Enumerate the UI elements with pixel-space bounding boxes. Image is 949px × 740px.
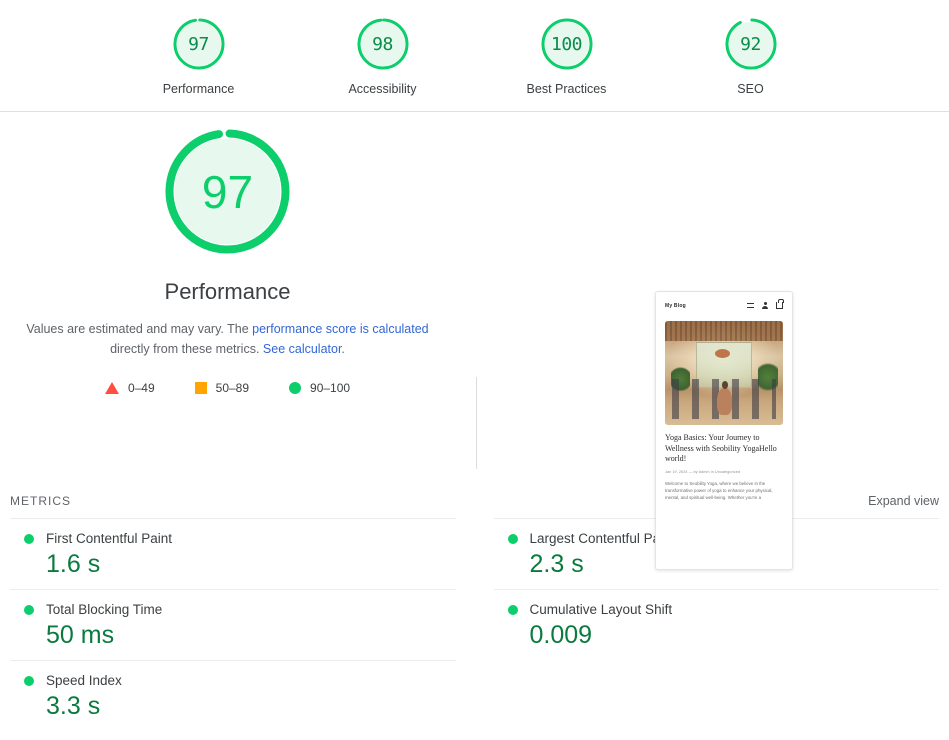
- thumbnail-brand: My Blog: [665, 302, 686, 309]
- gauge-label: Performance: [162, 82, 235, 96]
- metric-value: 1.6 s: [46, 550, 101, 578]
- performance-score-value: 97: [201, 165, 254, 218]
- desc-text-1: Values are estimated and may vary. The: [26, 322, 253, 336]
- performance-score-link[interactable]: performance score is calculated: [252, 322, 428, 336]
- metrics-heading: METRICS: [10, 494, 71, 508]
- thumbnail-header-icons: [747, 299, 784, 309]
- metrics-column-left: First Contentful Paint 1.6 s Total Block…: [10, 518, 456, 731]
- desc-text-2: directly from these metrics.: [110, 342, 263, 356]
- metric-row[interactable]: Speed Index 3.3 s: [10, 660, 456, 731]
- metric-name-row: Cumulative Layout Shift: [507, 602, 940, 617]
- metric-label: First Contentful Paint: [46, 531, 173, 546]
- gauge-accessibility[interactable]: 98 Accessibility: [323, 16, 443, 96]
- thumbnail-site-header: My Blog: [656, 292, 792, 317]
- thumbnail-hero-image: [665, 321, 783, 425]
- account-icon: [762, 302, 768, 309]
- legend-item-pass: 90–100: [289, 381, 350, 395]
- legend-item-average: 50–89: [194, 381, 250, 395]
- expand-view-button[interactable]: Expand view: [868, 494, 939, 508]
- thumbnail-article-title: Yoga Basics: Your Journey to Wellness wi…: [665, 433, 777, 463]
- metric-value: 3.3 s: [46, 692, 101, 720]
- cart-icon: [776, 299, 784, 309]
- metric-name-row: Total Blocking Time: [24, 602, 456, 617]
- metrics-header: METRICS Expand view: [10, 490, 939, 518]
- gauge-label: SEO: [737, 82, 764, 96]
- ceiling-beams: [665, 321, 783, 341]
- gauge-performance[interactable]: 97 Performance: [139, 16, 259, 96]
- metric-row[interactable]: First Contentful Paint 1.6 s: [10, 518, 456, 589]
- thumbnail-article-body: Welcome to Seobility Yoga, where we beli…: [665, 480, 773, 500]
- score-gauge-icon: 100: [539, 16, 595, 72]
- score-gauge-icon: 97: [171, 16, 227, 72]
- metric-value: 0.009: [529, 621, 593, 649]
- page-title: Performance: [164, 279, 291, 304]
- meditating-person: [716, 381, 733, 415]
- legend-range-average: 50–89: [215, 381, 250, 395]
- legend-range-pass: 90–100: [310, 381, 351, 395]
- metric-row[interactable]: Total Blocking Time 50 ms: [10, 589, 456, 660]
- thumbnail-article-meta: Jan 19, 2024 — by Admin in Uncategorized: [665, 469, 741, 474]
- performance-hero-section: 97 Performance Values are estimated and …: [0, 112, 949, 570]
- category-score-strip: 97 Performance 98 Accessibility 100 Best…: [0, 0, 949, 112]
- gauge-best-practices[interactable]: 100 Best Practices: [507, 16, 627, 96]
- square-marker-icon: [194, 382, 207, 394]
- metric-value: 50 ms: [46, 621, 115, 649]
- pass-circle-icon: [24, 604, 34, 615]
- menu-icon: [747, 303, 754, 308]
- metrics-section: METRICS Expand view First Contentful Pai…: [0, 490, 949, 731]
- gauge-score-value: 97: [188, 33, 209, 55]
- circle-marker-icon: [289, 382, 302, 394]
- pass-circle-icon: [507, 533, 518, 544]
- metric-label: Speed Index: [46, 673, 122, 688]
- gauge-score-value: 100: [550, 33, 583, 55]
- pass-circle-icon: [507, 604, 518, 615]
- gauge-label: Best Practices: [526, 82, 607, 96]
- legend-range-fail: 0–49: [127, 381, 155, 395]
- gauge-score-value: 92: [740, 33, 761, 55]
- page-screenshot-thumbnail[interactable]: My Blog Yoga Basics: Your Journey to Wel…: [655, 291, 793, 570]
- score-gauge-icon: 98: [355, 16, 411, 72]
- gauge-seo[interactable]: 92 SEO: [691, 16, 811, 96]
- see-calculator-link[interactable]: See calculator.: [263, 342, 345, 356]
- pass-circle-icon: [24, 533, 34, 544]
- hero-vertical-divider: [476, 377, 477, 469]
- metric-row[interactable]: Cumulative Layout Shift 0.009: [493, 589, 940, 660]
- performance-gauge-icon: 97: [160, 124, 295, 259]
- metric-label: Largest Contentful Paint: [529, 531, 675, 546]
- metric-name-row: First Contentful Paint: [24, 531, 456, 546]
- metric-label: Cumulative Layout Shift: [529, 602, 673, 617]
- metrics-columns: First Contentful Paint 1.6 s Total Block…: [10, 518, 939, 731]
- performance-score-block: 97 Performance Values are estimated and …: [0, 112, 455, 395]
- gauge-score-value: 98: [372, 33, 393, 55]
- score-legend: 0–49 50–89 90–100: [104, 381, 350, 395]
- gauge-label: Accessibility: [348, 82, 417, 96]
- category-gauge-row: 97 Performance 98 Accessibility 100 Best…: [0, 0, 949, 96]
- pass-circle-icon: [24, 675, 34, 686]
- score-gauge-icon: 92: [723, 16, 779, 72]
- legend-item-fail: 0–49: [104, 381, 155, 395]
- metric-label: Total Blocking Time: [46, 602, 163, 617]
- metric-name-row: Speed Index: [24, 673, 456, 688]
- triangle-marker-icon: [104, 382, 119, 394]
- score-description: Values are estimated and may vary. The p…: [18, 319, 438, 359]
